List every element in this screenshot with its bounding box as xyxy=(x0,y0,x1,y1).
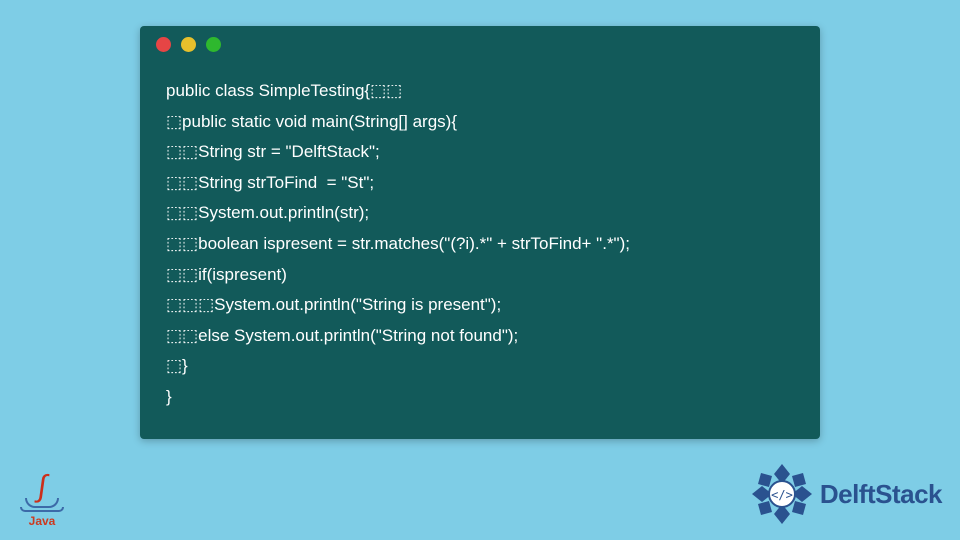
minimize-icon[interactable] xyxy=(181,37,196,52)
delftstack-text: DelftStack xyxy=(820,479,942,510)
svg-text:</>: </> xyxy=(771,488,793,502)
maximize-icon[interactable] xyxy=(206,37,221,52)
code-window: public class SimpleTesting{⬚⬚ ⬚public st… xyxy=(140,26,820,439)
java-cup-icon xyxy=(25,498,59,508)
code-body: public class SimpleTesting{⬚⬚ ⬚public st… xyxy=(140,62,820,439)
close-icon[interactable] xyxy=(156,37,171,52)
window-titlebar xyxy=(140,26,820,62)
java-steam-icon: ∫ xyxy=(37,481,47,493)
java-logo: ∫ Java xyxy=(12,458,72,528)
java-label: Java xyxy=(29,514,56,528)
delftstack-badge-icon: </> xyxy=(750,462,814,526)
delftstack-logo: </> DelftStack xyxy=(750,462,942,526)
